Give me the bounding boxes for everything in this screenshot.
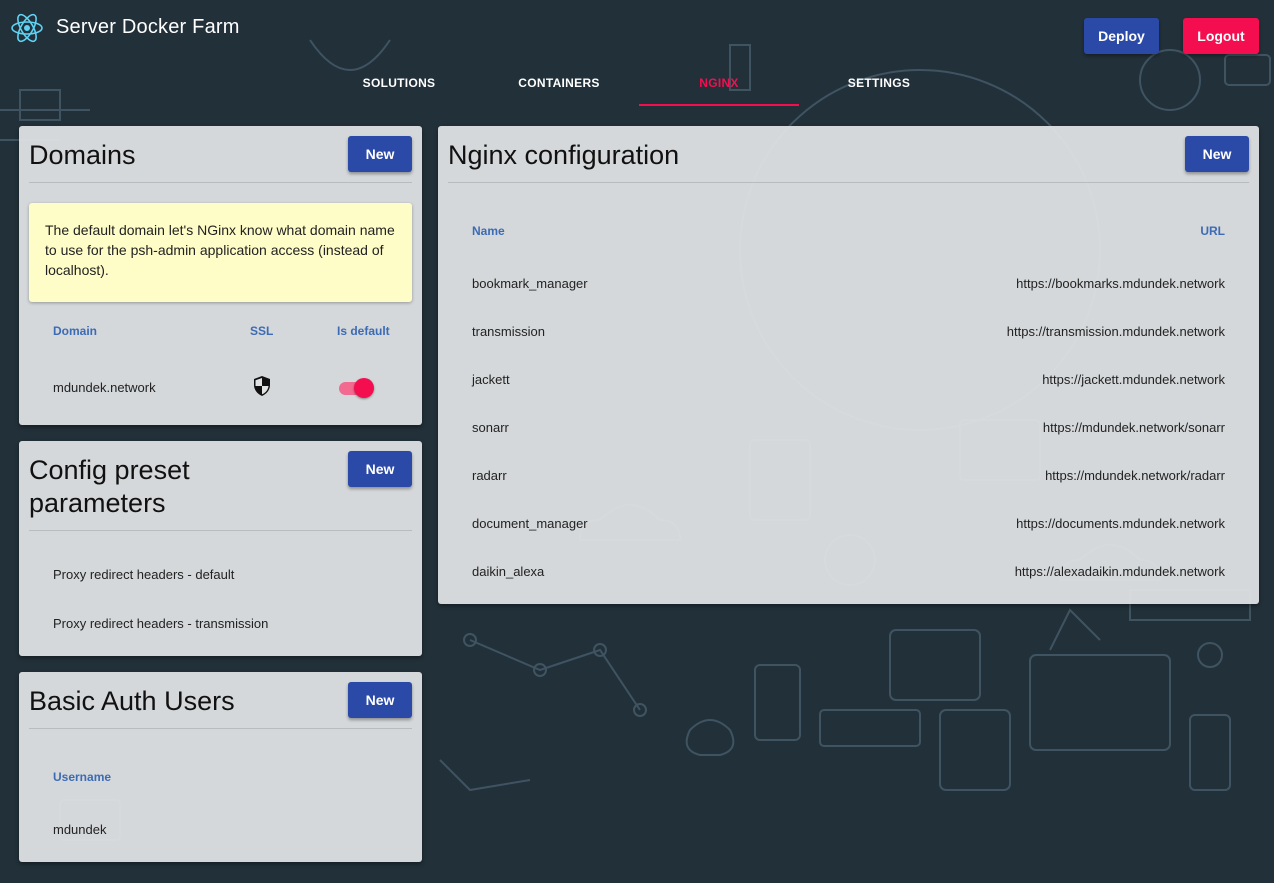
nginx-url-cell: https://transmission.mdundek.network [1006, 324, 1225, 339]
is-default-toggle[interactable] [339, 377, 375, 399]
list-item[interactable]: Proxy redirect headers - default [53, 567, 234, 582]
config-presets-card: Config preset parameters New Proxy redir… [19, 441, 422, 656]
nginx-name-cell: sonarr [472, 420, 509, 435]
nginx-name-cell: jackett [472, 372, 510, 387]
domains-card: Domains New The default domain let's NGi… [19, 126, 422, 425]
domains-title: Domains [29, 140, 136, 170]
react-atom-icon [11, 13, 43, 43]
default-domain-info: The default domain let's NGinx know what… [29, 203, 412, 302]
username-cell: mdundek [53, 822, 107, 837]
column-header-username[interactable]: Username [53, 770, 111, 784]
divider [29, 530, 412, 531]
nginx-url-cell: https://documents.mdundek.network [1016, 516, 1225, 531]
nginx-config-title: Nginx configuration [448, 140, 680, 170]
toggle-thumb [354, 378, 374, 398]
config-presets-title: Config preset parameters [29, 455, 190, 518]
nginx-url-cell: https://alexadaikin.mdundek.network [1014, 564, 1225, 579]
tab-settings[interactable]: SETTINGS [799, 66, 959, 106]
new-config-preset-button[interactable]: New [348, 451, 412, 487]
deploy-button[interactable]: Deploy [1084, 18, 1159, 54]
basic-auth-card: Basic Auth Users New Username mdundek [19, 672, 422, 862]
nginx-name-cell: daikin_alexa [472, 564, 545, 579]
column-header-ssl[interactable]: SSL [250, 324, 273, 338]
tab-nginx[interactable]: NGINX [639, 66, 799, 106]
nginx-url-cell: https://bookmarks.mdundek.network [1016, 276, 1225, 291]
divider [448, 182, 1249, 183]
new-nginx-config-button[interactable]: New [1185, 136, 1249, 172]
nginx-config-card: Nginx configuration New Name URL bookmar… [438, 126, 1259, 604]
basic-auth-title: Basic Auth Users [29, 686, 235, 716]
nginx-url-cell: https://jackett.mdundek.network [1042, 372, 1225, 387]
nginx-name-cell: document_manager [472, 516, 588, 531]
nginx-name-cell: transmission [472, 324, 545, 339]
domain-cell: mdundek.network [53, 380, 156, 395]
tab-containers[interactable]: CONTAINERS [479, 66, 639, 106]
nginx-url-cell: https://mdundek.network/radarr [1045, 468, 1225, 483]
divider [29, 182, 412, 183]
top-app-bar: Server Docker Farm Deploy Logout SOLUTIO… [0, 0, 1274, 110]
column-header-domain[interactable]: Domain [53, 324, 97, 338]
nginx-url-cell: https://mdundek.network/sonarr [1042, 420, 1225, 435]
column-header-name[interactable]: Name [472, 224, 505, 238]
new-basic-auth-user-button[interactable]: New [348, 682, 412, 718]
list-item[interactable]: Proxy redirect headers - transmission [53, 616, 268, 631]
nginx-name-cell: bookmark_manager [472, 276, 588, 291]
shield-icon [254, 376, 270, 396]
tab-solutions[interactable]: SOLUTIONS [319, 66, 479, 106]
new-domain-button[interactable]: New [348, 136, 412, 172]
nginx-name-cell: radarr [472, 468, 507, 483]
column-header-is-default[interactable]: Is default [337, 324, 390, 338]
column-header-url[interactable]: URL [1200, 224, 1225, 238]
app-title: Server Docker Farm [56, 16, 240, 38]
logout-button[interactable]: Logout [1183, 18, 1259, 54]
divider [29, 728, 412, 729]
